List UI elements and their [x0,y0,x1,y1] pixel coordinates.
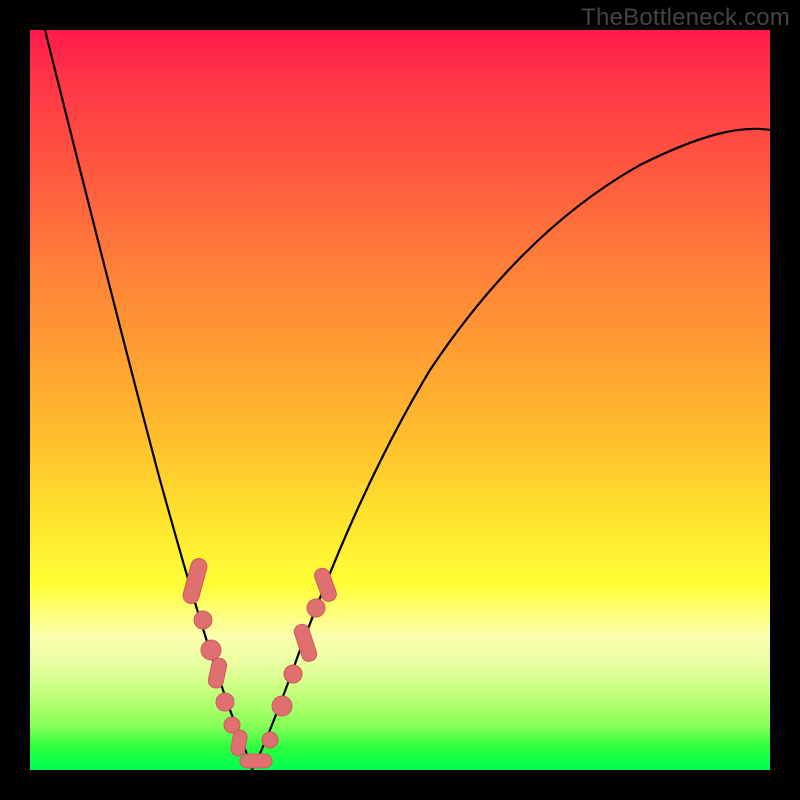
chart-canvas: TheBottleneck.com [0,0,800,800]
marker-dot [272,696,292,716]
watermark-text: TheBottleneck.com [581,4,790,32]
marker-dot [201,640,221,660]
right-branch-curve [252,129,770,770]
marker-dot [194,611,212,629]
marker-dot [262,732,278,748]
plot-area [30,30,770,770]
marker-dot [284,665,302,683]
marker-dot [307,599,325,617]
marker-pill-right-top [313,566,339,603]
marker-pill [207,657,228,689]
marker-pill-bottom [240,754,272,768]
marker-pill-left-top [181,557,208,606]
curve-overlay [30,30,770,770]
marker-dot [216,693,234,711]
